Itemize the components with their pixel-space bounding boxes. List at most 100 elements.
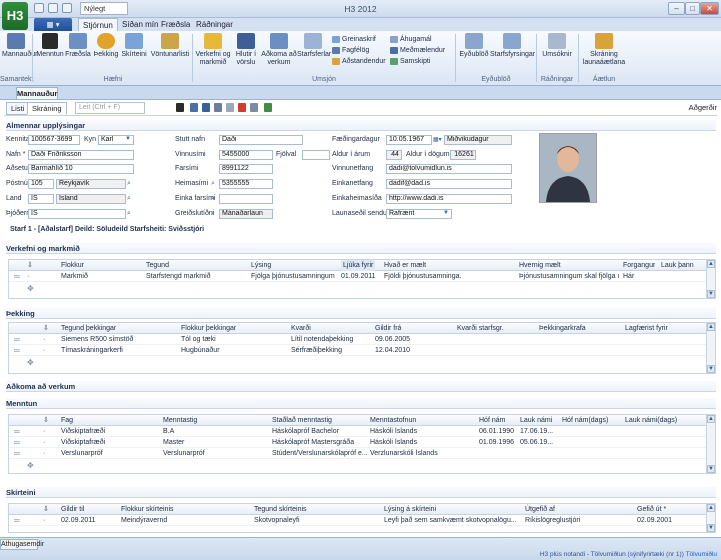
grid-cell[interactable]: 06.01.1990: [479, 427, 519, 437]
grid-cell[interactable]: Ríkislögreglustjóri: [525, 516, 633, 526]
grid-cell[interactable]: Hár: [623, 272, 659, 282]
actions-menu[interactable]: Aðgerðir: [689, 102, 717, 114]
grid-cell[interactable]: 12.04.2010: [375, 346, 453, 356]
scroll-down-icon[interactable]: ▼: [707, 524, 715, 532]
new-record-icon[interactable]: [190, 103, 198, 112]
grid-cell[interactable]: Þjónustusamningum skal fjölga u...: [519, 272, 619, 282]
hlutir-button[interactable]: Hlutir í vörslu: [231, 33, 261, 66]
col-header[interactable]: Tegund: [146, 260, 169, 271]
table-row[interactable]: ═ · Viðskiptafræði Master Háskólapróf Ma…: [9, 438, 715, 448]
col-header[interactable]: Lauk þann: [661, 260, 694, 271]
col-header[interactable]: Gefið út *: [637, 504, 666, 515]
col-header[interactable]: Flokkur skírteinis: [121, 504, 174, 515]
nafn-field[interactable]: Daði Friðriksson: [28, 150, 134, 160]
mannaudur-button[interactable]: Mannauður: [2, 33, 37, 59]
grid-cell[interactable]: Háskólapróf Mastersgráða: [272, 438, 366, 448]
fagfelog-button[interactable]: Fagfélög: [332, 46, 369, 55]
col-header[interactable]: Flokkur: [61, 260, 84, 271]
tab-fraedsla[interactable]: Fræðsla: [157, 18, 194, 31]
stutt-nafn-field[interactable]: Daði: [219, 135, 303, 145]
grid-cell[interactable]: Markmið: [61, 272, 141, 282]
grid-cell[interactable]: 01.09.2011: [341, 272, 381, 282]
cancel-icon[interactable]: [238, 103, 246, 112]
col-header[interactable]: Gildir frá: [375, 323, 401, 334]
file-menu-button[interactable]: ▦ ▾: [34, 18, 72, 31]
col-header[interactable]: Lauk námi(dags): [625, 415, 677, 426]
medmaelendur-button[interactable]: Meðmælendur: [390, 46, 445, 55]
scroll-up-icon[interactable]: ▲: [707, 504, 715, 512]
thjoderni-field[interactable]: IS: [28, 209, 126, 219]
faedingardagur-field[interactable]: 10.05.1967: [386, 135, 432, 145]
col-header[interactable]: Lauk námi: [520, 415, 552, 426]
scroll-down-icon[interactable]: ▼: [707, 365, 715, 373]
einka-farsimi-field[interactable]: [219, 194, 273, 204]
einkaheimasida-field[interactable]: http://www.dadi.is: [386, 194, 512, 204]
add-row-icon[interactable]: ✥: [27, 358, 34, 368]
athugasemdir-tab[interactable]: Athugasemdir: [0, 539, 44, 550]
col-header[interactable]: Hóf nám(dags): [562, 415, 608, 426]
lookup-icon[interactable]: ⌕: [211, 179, 215, 189]
grid-cell[interactable]: Meindýravernd: [121, 516, 249, 526]
grid-cell[interactable]: B.A: [163, 427, 268, 437]
col-header[interactable]: Forgangur: [623, 260, 655, 271]
table-row[interactable]: ═ · Siemens R500 símstöð Tól og tæki Lít…: [9, 335, 715, 345]
grid-cell[interactable]: Háskólapróf Bachelor: [272, 427, 366, 437]
scrollbar[interactable]: ▲ ▼: [706, 415, 715, 473]
chevron-down-icon[interactable]: ▼: [125, 136, 131, 142]
grid-cell[interactable]: Siemens R500 símstöð: [61, 335, 176, 345]
grid-cell[interactable]: 09.06.2005: [375, 335, 453, 345]
col-header[interactable]: Útgefið af: [525, 504, 555, 515]
scrollbar[interactable]: ▲ ▼: [706, 260, 715, 298]
grid-cell[interactable]: 05.06.19...: [520, 438, 560, 448]
app-logo[interactable]: H3: [2, 2, 28, 30]
grid-cell[interactable]: Sérfræðiþekking: [291, 346, 371, 356]
chevron-down-icon[interactable]: ▼: [443, 210, 449, 216]
grid-cell[interactable]: Stúdent/Verslunarskólapróf e...: [272, 449, 368, 459]
scroll-down-icon[interactable]: ▼: [707, 290, 715, 298]
grid-cell[interactable]: Háskóli Íslands: [370, 427, 475, 437]
export-icon[interactable]: [264, 103, 272, 112]
col-header[interactable]: Hvernig mælt: [519, 260, 561, 271]
col-header[interactable]: Staðlað menntastig: [272, 415, 332, 426]
tab-listi[interactable]: Listi: [6, 102, 30, 115]
samskipti-button[interactable]: Samskipti: [390, 57, 430, 66]
col-header[interactable]: Þekkingarkrafa: [539, 323, 586, 334]
undo-icon[interactable]: [48, 3, 58, 13]
close-button[interactable]: ✕: [700, 2, 719, 15]
col-header[interactable]: Hóf nám: [479, 415, 505, 426]
lookup-icon[interactable]: ⌕: [127, 194, 131, 204]
col-header[interactable]: Flokkur þekkingar: [181, 323, 236, 334]
verkefni-button[interactable]: Verkefni og markmið: [195, 33, 231, 66]
menntun-button[interactable]: Menntun: [36, 33, 64, 59]
grid-cell[interactable]: Hugbúnaður: [181, 346, 286, 356]
redo-icon[interactable]: [62, 3, 72, 13]
col-header[interactable]: Lýsing á skírteini: [384, 504, 436, 515]
heimasimi-field[interactable]: 5355555: [219, 179, 273, 189]
add-row-icon[interactable]: ✥: [27, 284, 34, 294]
table-row[interactable]: ═ · Markmið Starfstengd markmið Fjölga þ…: [9, 272, 715, 282]
copy-icon[interactable]: [226, 103, 234, 112]
add-row-icon[interactable]: ✥: [27, 461, 34, 471]
save-icon[interactable]: [34, 3, 44, 13]
col-header[interactable]: Kvarði: [291, 323, 311, 334]
table-row[interactable]: ═ · Verslunarpróf Verslunarpróf Stúdent/…: [9, 449, 715, 459]
col-header[interactable]: Lagfærist fyrir: [625, 323, 668, 334]
table-row[interactable]: ═ · Tímaskráningarkerfi Hugbúnaður Sérfr…: [9, 346, 715, 356]
grid-cell[interactable]: 17.06.19...: [520, 427, 560, 437]
grid-cell[interactable]: Viðskiptafræði: [61, 427, 159, 437]
grid-cell[interactable]: Starfstengd markmið: [146, 272, 246, 282]
ahugamal-button[interactable]: Áhugamál: [390, 35, 432, 44]
maximize-button[interactable]: □: [685, 2, 700, 15]
skirteini-button[interactable]: Skírteini: [120, 33, 148, 59]
vinnusimi-field[interactable]: 5455000: [219, 150, 273, 160]
col-header[interactable]: Menntastofnun: [370, 415, 416, 426]
col-header[interactable]: Tegund þekkingar: [61, 323, 116, 334]
company-link[interactable]: Tölvumiðlu: [686, 551, 717, 558]
farsimi-field[interactable]: 8991122: [219, 164, 273, 174]
land-field[interactable]: IS: [28, 194, 54, 204]
calendar-icon[interactable]: ▦▾: [433, 136, 442, 143]
recent-combo[interactable]: Nýlegt: [80, 2, 128, 15]
table-row[interactable]: ═ · 02.09.2011 Meindýravernd Skotvopnale…: [9, 516, 715, 526]
grid-cell[interactable]: Fjölga þjónustusamningum: [251, 272, 337, 282]
umsoknir-button[interactable]: Umsóknir: [540, 33, 574, 59]
